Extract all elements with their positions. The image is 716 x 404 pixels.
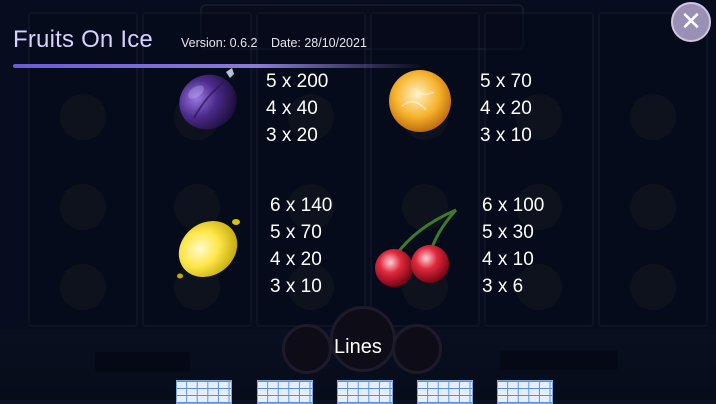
pay-line: 5 x 70 [270, 222, 322, 243]
plum-paytable: 5 x 200 4 x 40 3 x 20 [266, 68, 328, 149]
plum-icon [172, 66, 244, 138]
payline-icon [176, 380, 232, 404]
cherry-paytable: 6 x 100 5 x 30 4 x 10 3 x 6 [482, 192, 544, 300]
lemon-icon [172, 212, 244, 288]
payline-icon [417, 380, 473, 404]
orange-paytable: 5 x 70 4 x 20 3 x 10 [480, 68, 532, 149]
pay-line: 3 x 10 [480, 125, 532, 146]
date-text: Date: 28/10/2021 [271, 36, 367, 50]
pay-line: 3 x 20 [266, 125, 318, 146]
pay-line: 6 x 140 [270, 195, 333, 216]
pay-line: 4 x 20 [480, 98, 532, 119]
pay-line: 4 x 10 [482, 249, 534, 270]
pay-line: 6 x 100 [482, 195, 545, 216]
pay-line: 3 x 10 [270, 276, 322, 297]
close-x-icon: ✕ [680, 7, 702, 37]
orange-icon [384, 66, 456, 140]
pay-line: 5 x 200 [266, 71, 329, 92]
payline-icon [497, 380, 553, 404]
lemon-paytable: 6 x 140 5 x 70 4 x 20 3 x 10 [270, 192, 332, 300]
pay-line: 5 x 70 [480, 71, 532, 92]
version-text: Version: 0.6.2 [181, 36, 258, 50]
pay-line: 4 x 40 [266, 98, 318, 119]
payline-icon [337, 380, 393, 404]
close-button[interactable]: ✕ [671, 2, 711, 42]
cherry-icon [370, 206, 462, 296]
pay-line: 3 x 6 [482, 276, 524, 297]
pay-line: 5 x 30 [482, 222, 534, 243]
pay-line: 4 x 20 [270, 249, 322, 270]
lines-heading: Lines [334, 336, 382, 358]
payline-icon [257, 380, 313, 404]
game-title: Fruits On Ice [13, 26, 153, 53]
